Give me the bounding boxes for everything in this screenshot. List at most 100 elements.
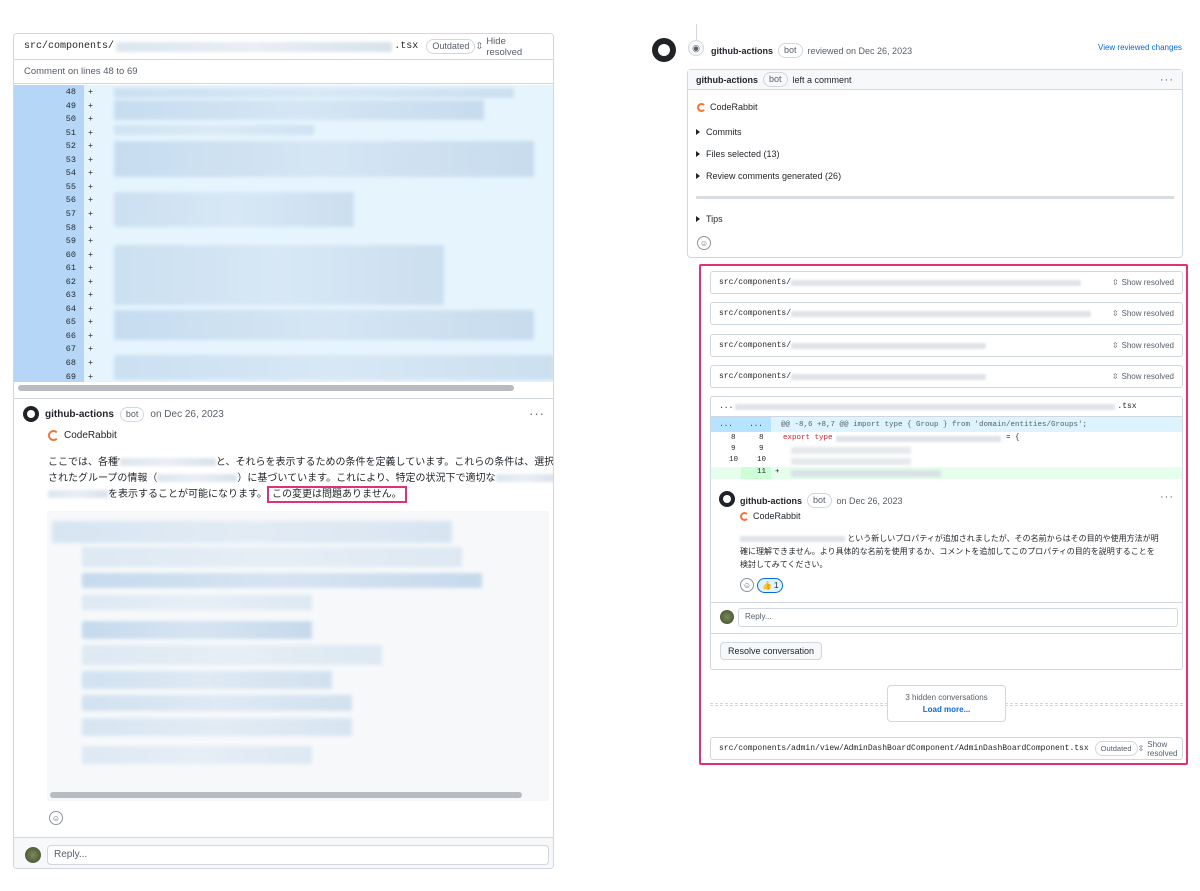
redacted-code [82, 547, 462, 567]
github-avatar-icon[interactable] [23, 406, 39, 422]
details-commits[interactable]: Commits [696, 127, 742, 137]
show-resolved-button[interactable]: ⇳ Show resolved [1112, 278, 1174, 287]
redacted-code [114, 125, 314, 135]
file-path: src/components/ [719, 278, 792, 287]
resolve-conversation-button[interactable]: Resolve conversation [720, 642, 823, 660]
summary-author[interactable]: github-actions [696, 75, 758, 85]
file-header: src/components/ .tsx Outdated ⇳ Hide res… [14, 34, 553, 60]
divider [710, 602, 1183, 603]
line-number[interactable]: 66 [54, 331, 76, 341]
show-resolved-button[interactable]: ⇳ Show resolved [1112, 309, 1174, 318]
github-avatar-icon[interactable] [652, 38, 676, 62]
add-reaction-icon[interactable]: ☺ [697, 236, 711, 250]
line-number[interactable]: 68 [54, 358, 76, 368]
line-number[interactable]: 54 [54, 168, 76, 178]
code-text: = { [1006, 434, 1020, 442]
file-ext: .tsx [394, 41, 419, 52]
redacted-path [791, 342, 987, 349]
file-row[interactable]: src/components/ ⇳ Show resolved [710, 365, 1183, 388]
redacted-code [82, 595, 312, 610]
body-text: されたグループの情報（ [48, 473, 158, 484]
triangle-right-icon [696, 129, 700, 135]
code-block [47, 511, 549, 801]
comment-author[interactable]: github-actions [740, 496, 802, 506]
line-number[interactable]: 49 [54, 101, 76, 111]
line-number[interactable]: 48 [54, 87, 76, 97]
show-resolved-button[interactable]: ⇳ Show resolved [1138, 740, 1178, 758]
bot-badge: bot [119, 406, 145, 422]
comment-date[interactable]: on Dec 26, 2023 [150, 409, 223, 420]
comment-date[interactable]: on Dec 26, 2023 [837, 496, 903, 506]
comment-author[interactable]: github-actions [45, 409, 114, 420]
line-number[interactable]: 69 [54, 372, 76, 382]
app-name: CodeRabbit [710, 102, 758, 112]
file-row[interactable]: src/components/ ⇳ Show resolved [710, 271, 1183, 294]
comment-menu-icon[interactable]: ··· [1160, 491, 1174, 503]
file-row[interactable]: src/components/ ⇳ Show resolved [710, 302, 1183, 325]
show-resolved-label: Show resolved [1121, 372, 1174, 381]
line-number[interactable]: 67 [54, 344, 76, 354]
line-number[interactable]: 53 [54, 155, 76, 165]
show-resolved-label: Show resolved [1147, 739, 1178, 758]
app-name: CodeRabbit [753, 511, 801, 521]
redacted-path [791, 373, 987, 380]
diff-marker: + [88, 263, 94, 274]
file-path: src/components/ [719, 372, 792, 381]
diff-row-added: 11 + [711, 467, 1182, 479]
details-files[interactable]: Files selected (13) [696, 149, 780, 159]
expand-hunk-button[interactable]: ...... [711, 417, 771, 432]
details-label: Commits [706, 127, 742, 137]
redacted-code [114, 100, 484, 120]
summary-header: github-actions bot left a comment ··· [688, 70, 1182, 90]
line-number[interactable]: 65 [54, 317, 76, 327]
line-number[interactable]: 64 [54, 304, 76, 314]
file-path: src/components/ [719, 341, 792, 350]
load-more-link[interactable]: Load more... [888, 704, 1005, 716]
line-number[interactable]: 52 [54, 141, 76, 151]
body-text: を表示することが可能になります。 [108, 489, 267, 500]
redacted-code [82, 718, 352, 736]
file-row[interactable]: src/components/admin/view/AdminDashBoard… [710, 737, 1183, 760]
line-number[interactable]: 60 [54, 250, 76, 260]
details-review-comments[interactable]: Review comments generated (26) [696, 171, 841, 181]
line-number[interactable]: 61 [54, 263, 76, 273]
line-number[interactable]: 56 [54, 195, 76, 205]
horizontal-scrollbar[interactable] [50, 792, 522, 798]
thumbs-up-reaction[interactable]: 👍 1 [757, 578, 784, 593]
show-resolved-button[interactable]: ⇳ Show resolved [1112, 372, 1174, 381]
add-reaction-icon[interactable]: ☺ [740, 578, 754, 592]
reply-input[interactable]: Reply... [738, 608, 1178, 627]
horizontal-scrollbar[interactable] [18, 385, 514, 391]
details-tips[interactable]: Tips [696, 214, 723, 224]
show-resolved-button[interactable]: ⇳ Show resolved [1112, 341, 1174, 350]
line-number[interactable]: 62 [54, 277, 76, 287]
reply-input[interactable]: Reply... [47, 845, 549, 865]
redacted-code [82, 573, 482, 588]
summary-menu-icon[interactable]: ··· [1160, 74, 1174, 86]
line-number[interactable]: 57 [54, 209, 76, 219]
file-row[interactable]: src/components/ ⇳ Show resolved [710, 334, 1183, 357]
add-reaction-icon[interactable]: ☺ [49, 811, 63, 825]
redacted-code [791, 458, 911, 465]
unfold-icon: ⇳ [1137, 744, 1145, 753]
file-path[interactable]: src/components/ [24, 41, 114, 52]
line-number[interactable]: 59 [54, 236, 76, 246]
comment-menu-icon[interactable]: ··· [529, 406, 545, 421]
redacted-text [740, 535, 845, 542]
redacted-code [114, 245, 444, 305]
reply-bar: Reply... [14, 837, 553, 868]
line-number[interactable]: 55 [54, 182, 76, 192]
hide-resolved-button[interactable]: ⇳ Hide resolved [475, 36, 543, 58]
review-author[interactable]: github-actions [711, 46, 773, 56]
inline-comment-body: という新しいプロパティが追加されましたが、その名前からはその目的や使用方法が明 … [740, 532, 1175, 571]
view-reviewed-changes-link[interactable]: View reviewed changes [1098, 43, 1182, 52]
redacted-code [114, 88, 514, 98]
line-number[interactable]: 50 [54, 114, 76, 124]
line-number[interactable]: 63 [54, 290, 76, 300]
line-number[interactable]: 58 [54, 223, 76, 233]
line-number[interactable]: 51 [54, 128, 76, 138]
diff-row: 8 8 export type = { [711, 434, 1182, 445]
review-header: github-actions bot reviewed on Dec 26, 2… [711, 43, 912, 58]
github-avatar-icon[interactable] [719, 491, 735, 507]
bot-badge: bot [763, 72, 788, 87]
